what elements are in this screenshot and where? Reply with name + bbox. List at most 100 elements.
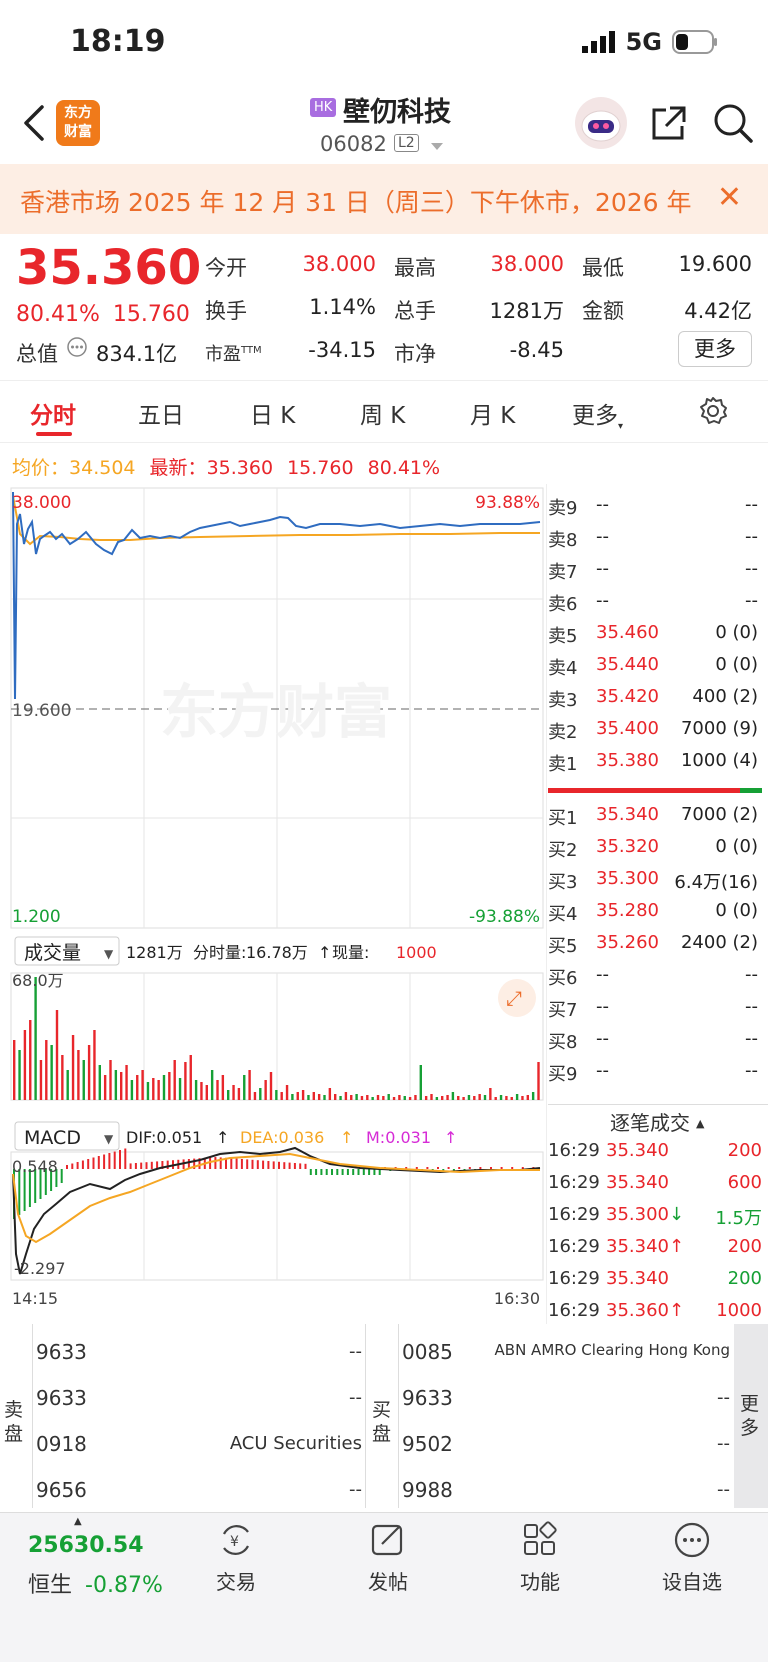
bid-row[interactable]: 买4 35.280 0 (0)	[548, 896, 758, 928]
volume-bar	[146, 1082, 150, 1100]
tick-time: 16:29	[548, 1268, 600, 1289]
broker-name[interactable]: --	[450, 1387, 730, 1408]
share-icon[interactable]	[650, 104, 688, 142]
broker-id[interactable]: 0918	[36, 1432, 87, 1456]
broker-id[interactable]: 9633	[36, 1386, 87, 1410]
macd-bar	[166, 1160, 169, 1169]
more-quote-button[interactable]: 更多	[678, 331, 752, 367]
bid-row[interactable]: 买3 35.300 6.4万(16)	[548, 864, 758, 896]
volume-bar	[457, 1096, 460, 1100]
chart-settings-icon[interactable]	[698, 396, 728, 426]
bid-price: 35.320	[596, 836, 659, 857]
volume-selector-label: 成交量	[24, 942, 81, 964]
ticks-title[interactable]: 逐笔成交 ▲	[610, 1107, 704, 1136]
back-icon[interactable]	[22, 104, 46, 142]
macd-bar	[468, 1167, 471, 1169]
change-value: 15.760	[112, 302, 190, 327]
broker-id[interactable]: 9633	[402, 1386, 453, 1410]
bid-row[interactable]: 买1 35.340 7000 (2)	[548, 800, 758, 832]
tab-five-day[interactable]: 五日	[138, 396, 184, 430]
volume-bar	[221, 1075, 225, 1100]
volume-bar	[82, 1060, 85, 1100]
battery-icon	[672, 30, 717, 54]
close-icon[interactable]: ✕	[717, 180, 742, 215]
index-line[interactable]: 恒生 -0.87%	[28, 1567, 163, 1599]
bid-row[interactable]: 买8 -- --	[548, 1024, 758, 1056]
latest-pct: 80.41%	[367, 457, 441, 479]
volume-bar	[189, 1055, 192, 1100]
broker-name[interactable]: ACU Securities	[82, 1433, 362, 1454]
volume-bar	[350, 1095, 353, 1100]
broker-name[interactable]: --	[82, 1479, 362, 1500]
broker-name[interactable]: --	[450, 1433, 730, 1454]
tab-intraday[interactable]: 分时	[30, 396, 76, 430]
info-more-icon[interactable]	[66, 336, 88, 358]
macd-bar	[362, 1169, 365, 1175]
eastmoney-logo[interactable]: 东方 财富	[56, 100, 100, 146]
macd-bar	[246, 1159, 249, 1169]
search-icon[interactable]	[712, 102, 754, 144]
ask-row[interactable]: 卖4 35.440 0 (0)	[548, 650, 758, 682]
bid-price: --	[596, 996, 609, 1017]
volume-bar	[371, 1097, 374, 1100]
broker-name[interactable]: --	[82, 1387, 362, 1408]
intraday-chart-area[interactable]: 东方财富 38.000 19.600 1.200 93.88% -93.88% …	[0, 484, 546, 1384]
volume-bar	[13, 1040, 16, 1100]
volume-bar	[489, 1088, 492, 1100]
tab-more[interactable]: 更多▾	[572, 396, 623, 432]
ask-volume: 1000 (4)	[680, 750, 758, 771]
broker-id[interactable]: 9502	[402, 1432, 453, 1456]
index-expand-icon[interactable]: ▲	[74, 1516, 84, 1527]
macd-bar	[299, 1163, 302, 1169]
ask-row[interactable]: 卖9 -- --	[548, 490, 758, 522]
status-time: 18:19	[70, 24, 166, 59]
volume-now: 1000	[396, 943, 437, 962]
ask-row[interactable]: 卖5 35.460 0 (0)	[548, 618, 758, 650]
broker-name[interactable]: ABN AMRO Clearing Hong Kong	[450, 1341, 730, 1359]
bid-row[interactable]: 买5 35.260 2400 (2)	[548, 928, 758, 960]
broker-id[interactable]: 9988	[402, 1478, 453, 1502]
macd-bar	[129, 1163, 132, 1169]
bid-row[interactable]: 买6 -- --	[548, 960, 758, 992]
robot-assistant-icon[interactable]	[574, 96, 628, 150]
macd-top-label: 0.548	[12, 1157, 58, 1176]
trade-button[interactable]: ¥ 交易	[176, 1520, 296, 1595]
index-value[interactable]: 25630.54	[28, 1533, 144, 1558]
macd-bar	[500, 1167, 503, 1169]
volume-bar	[18, 1050, 21, 1100]
ask-row[interactable]: 卖1 35.380 1000 (4)	[548, 746, 758, 778]
function-button[interactable]: 功能	[480, 1520, 600, 1595]
trade-icon: ¥	[223, 1525, 249, 1555]
volume-bar	[173, 1060, 176, 1100]
ask-row[interactable]: 卖3 35.420 400 (2)	[548, 682, 758, 714]
bid-row[interactable]: 买2 35.320 0 (0)	[548, 832, 758, 864]
volume-bar	[392, 1097, 396, 1100]
ask-row[interactable]: 卖8 -- --	[548, 522, 758, 554]
broker-name[interactable]: --	[82, 1341, 362, 1362]
volume-bar	[317, 1094, 321, 1100]
bid-row[interactable]: 买9 -- --	[548, 1056, 758, 1088]
broker-id[interactable]: 9633	[36, 1340, 87, 1364]
add-favorite-button[interactable]: 设自选	[632, 1520, 752, 1595]
tab-monthly-k[interactable]: 月 K	[470, 396, 515, 430]
volume-bar	[441, 1096, 444, 1100]
ask-volume: --	[745, 558, 758, 579]
broker-id[interactable]: 0085	[402, 1340, 453, 1364]
macd-bar	[140, 1162, 143, 1169]
ask-row[interactable]: 卖6 -- --	[548, 586, 758, 618]
volume-bar	[87, 1045, 91, 1100]
ask-row[interactable]: 卖2 35.400 7000 (9)	[548, 714, 758, 746]
post-button[interactable]: 发帖	[328, 1520, 448, 1595]
ask-row[interactable]: 卖7 -- --	[548, 554, 758, 586]
code-dropdown-icon[interactable]	[430, 142, 444, 152]
level2-badge[interactable]: L2	[394, 134, 419, 152]
tab-daily-k[interactable]: 日 K	[250, 396, 295, 430]
broker-name[interactable]: --	[450, 1479, 730, 1500]
broker-id[interactable]: 9656	[36, 1478, 87, 1502]
bid-row[interactable]: 买7 -- --	[548, 992, 758, 1024]
volume-bar	[178, 1078, 182, 1100]
volume-bar	[55, 1010, 59, 1100]
buy-side-label: 买盘	[372, 1399, 392, 1445]
tab-weekly-k[interactable]: 周 K	[360, 396, 405, 430]
sell-side-label: 卖盘	[4, 1399, 24, 1445]
